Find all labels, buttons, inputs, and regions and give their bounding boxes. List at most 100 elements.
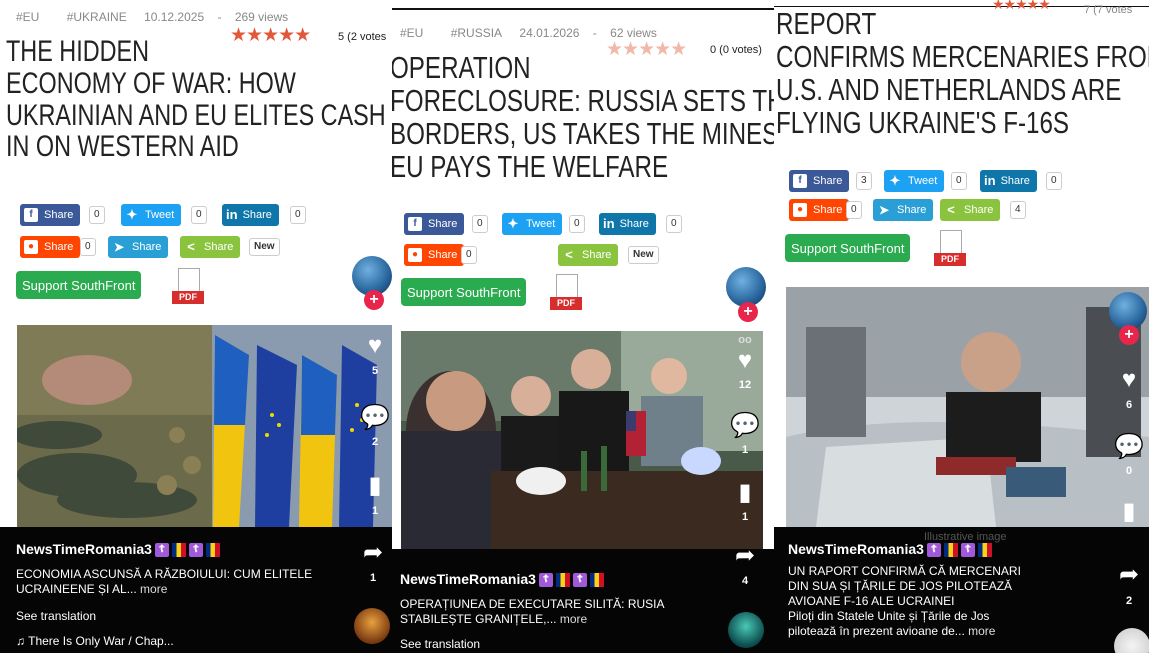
music-avatar[interactable] xyxy=(1114,628,1149,653)
share-count: 0 xyxy=(191,206,207,224)
comment-icon[interactable]: 💬 xyxy=(360,403,390,432)
pdf-label: PDF xyxy=(934,253,966,266)
post-panel-1: #EU #UKRAINE 10.12.2025 - 269 views ★★★★… xyxy=(0,0,392,653)
orthodox-cross-emoji: ☦ xyxy=(960,543,975,558)
share-total: 4 xyxy=(741,575,749,587)
pdf-icon[interactable]: PDF xyxy=(934,230,966,268)
profile-globe-avatar[interactable] xyxy=(726,267,766,307)
post-photo-ammo-flags xyxy=(17,325,392,527)
share-label: Share xyxy=(1000,175,1030,187)
headline-line: OPERATION xyxy=(392,50,531,85)
share-count: New xyxy=(628,246,659,264)
linkedin-share-button[interactable]: in Share xyxy=(599,213,656,235)
romania-flag-emoji xyxy=(943,543,958,558)
see-translation-link[interactable]: See translation xyxy=(16,609,96,623)
share-count: 0 xyxy=(461,246,477,264)
article-headline: REPORT CONFIRMS MERCENARIES FROM U.S. AN… xyxy=(776,7,1149,139)
twitter-tweet-button[interactable]: ✦ Tweet xyxy=(121,204,182,226)
twitter-tweet-button[interactable]: ✦ Tweet xyxy=(502,213,563,235)
follow-plus-icon[interactable]: + xyxy=(1119,325,1139,345)
linkedin-share-button[interactable]: in Share xyxy=(980,170,1037,192)
post-date: 10.12.2025 xyxy=(144,10,205,24)
bookmark-icon[interactable]: ▮ xyxy=(730,478,760,507)
music-avatar[interactable] xyxy=(354,608,390,644)
post-caption[interactable]: OPERAȚIUNEA DE EXECUTARE SILITĂ: RUSIA S… xyxy=(400,597,690,627)
reddit-share-button[interactable]: ● Share xyxy=(789,199,850,221)
headline-line: THE HIDDEN xyxy=(6,35,150,68)
screenshot-collage: #EU #UKRAINE 10.12.2025 - 269 views ★★★★… xyxy=(0,0,1149,653)
share-label: Share xyxy=(582,249,612,261)
twitter-tweet-button[interactable]: ✦ Tweet xyxy=(884,170,945,192)
tag-link[interactable]: #RUSSIA xyxy=(451,26,502,40)
pdf-label: PDF xyxy=(172,291,204,304)
bookmark-icon[interactable]: ▮ xyxy=(360,471,390,500)
follow-plus-icon[interactable]: + xyxy=(364,290,384,310)
support-southfront-button[interactable]: Support SouthFront xyxy=(401,278,527,306)
music-track[interactable]: ♫ There Is Only War / Chap... xyxy=(16,634,174,648)
post-caption[interactable]: ECONOMIA ASCUNSĂ A RĂZBOIULUI: CUM ELITE… xyxy=(16,567,316,597)
tag-link[interactable]: #UKRAINE xyxy=(67,10,127,24)
tag-link[interactable]: #EU xyxy=(400,26,423,40)
share-label: Tweet xyxy=(908,175,938,187)
author-name[interactable]: NewsTimeRomania3 ☦ ☦ xyxy=(16,541,220,558)
share-label: Share xyxy=(619,218,649,230)
music-avatar[interactable] xyxy=(728,612,764,648)
pdf-label: PDF xyxy=(550,297,582,310)
share-count: 0 xyxy=(951,172,967,190)
telegram-share-button[interactable]: ➤ Share xyxy=(873,199,934,221)
share-label: Share xyxy=(204,241,234,253)
bookmark-icon[interactable]: ▮ xyxy=(1114,497,1144,526)
like-heart-icon[interactable]: ♥ xyxy=(730,347,760,375)
share-count: 0 xyxy=(1046,172,1062,190)
facebook-share-button[interactable]: f Share xyxy=(404,213,465,235)
facebook-share-button[interactable]: f Share xyxy=(789,170,850,192)
twitter-icon: ✦ xyxy=(889,173,901,188)
headline-line: ECONOMY OF WAR: HOW xyxy=(6,66,296,100)
orthodox-cross-emoji: ☦ xyxy=(926,543,941,558)
share-arrow-icon[interactable]: ➦ xyxy=(730,541,760,570)
generic-share-button[interactable]: < Share xyxy=(180,236,241,258)
romania-flag-emoji xyxy=(171,543,186,558)
view-count: 269 views xyxy=(234,10,289,24)
telegram-share-button[interactable]: ➤ Share xyxy=(108,236,169,258)
pdf-icon[interactable]: PDF xyxy=(550,274,582,312)
post-caption[interactable]: UN RAPORT CONFIRMĂ CĂ MERCENARI DIN SUA … xyxy=(788,564,1108,639)
share-count: New xyxy=(249,238,280,256)
comment-icon[interactable]: 💬 xyxy=(730,411,760,440)
telegram-icon: ➤ xyxy=(113,240,125,254)
facebook-share-button[interactable]: f Share xyxy=(20,204,81,226)
like-heart-icon[interactable]: ♥ xyxy=(1114,366,1144,394)
meta-separator: - xyxy=(592,26,597,40)
linkedin-share-button[interactable]: in Share xyxy=(222,204,279,226)
generic-share-button[interactable]: < Share xyxy=(940,199,1001,221)
like-count: 6 xyxy=(1125,399,1133,411)
headline-line: CONFIRMS MERCENARIES FROM xyxy=(776,38,1149,74)
share-label: Share xyxy=(44,209,74,221)
see-translation-link[interactable]: See translation xyxy=(400,637,480,651)
comment-count: 1 xyxy=(741,444,749,456)
pdf-icon[interactable]: PDF xyxy=(172,268,204,306)
author-name[interactable]: NewsTimeRomania3 ☦ ☦ xyxy=(788,541,992,558)
reddit-share-button[interactable]: ● Share xyxy=(404,244,465,266)
article-headline: THE HIDDEN ECONOMY OF WAR: HOW UKRAINIAN… xyxy=(6,36,386,163)
share-count: 0 xyxy=(666,215,682,233)
headline-line: UKRAINIAN AND EU ELITES CASH xyxy=(6,98,386,132)
author-name[interactable]: NewsTimeRomania3 ☦ ☦ xyxy=(400,571,604,588)
article-headline: OPERATION FORECLOSURE: RUSSIA SETS THE B… xyxy=(392,50,774,183)
support-southfront-button[interactable]: Support SouthFront xyxy=(16,271,142,299)
like-heart-icon[interactable]: ♥ xyxy=(360,332,390,360)
save-count: 1 xyxy=(741,511,749,523)
support-southfront-button[interactable]: Support SouthFront xyxy=(785,234,911,262)
comment-count: 2 xyxy=(371,436,379,448)
comment-icon[interactable]: 💬 xyxy=(1114,432,1144,461)
generic-share-button[interactable]: < Share xyxy=(558,244,619,266)
share-arrow-icon[interactable]: ➦ xyxy=(1114,560,1144,589)
share-icon: < xyxy=(947,202,955,217)
reddit-share-button[interactable]: ● Share xyxy=(20,236,81,258)
share-arrow-icon[interactable]: ➦ xyxy=(358,538,388,567)
post-panel-2: #EU #RUSSIA 24.01.2026 - 62 views ★★★★★ … xyxy=(392,0,774,653)
post-photo-meeting xyxy=(401,331,763,549)
follow-plus-icon[interactable]: + xyxy=(738,302,758,322)
tag-link[interactable]: #EU xyxy=(16,10,39,24)
live-badge: oo xyxy=(738,334,752,346)
